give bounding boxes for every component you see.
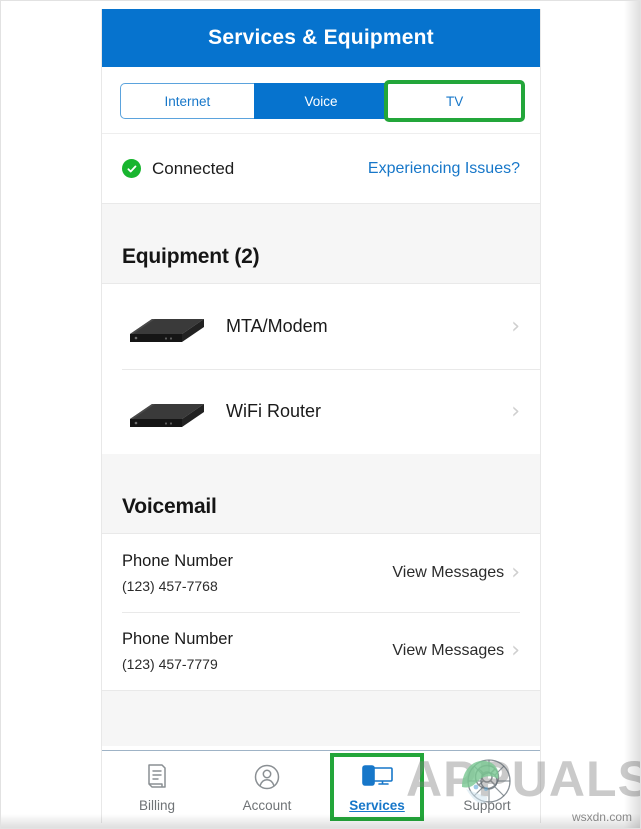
nav-label-account: Account — [242, 797, 292, 813]
router-device-icon — [122, 389, 210, 435]
equipment-label: WiFi Router — [226, 401, 322, 421]
service-tabs-container: Internet Voice TV — [102, 67, 540, 134]
view-messages-action[interactable]: View Messages › — [392, 562, 520, 584]
app-header: Services & Equipment — [102, 9, 540, 67]
nav-item-support[interactable]: Support — [432, 751, 540, 824]
tab-internet-label: Internet — [164, 93, 211, 109]
nav-label-services: Services — [349, 797, 405, 813]
tab-tv[interactable]: TV — [384, 80, 526, 122]
voicemail-details: Phone Number (123) 457-7779 — [122, 630, 233, 672]
devices-icon — [360, 762, 394, 792]
voicemail-number: (123) 457-7779 — [122, 656, 218, 672]
voicemail-row-1[interactable]: Phone Number (123) 457-7768 View Message… — [102, 534, 540, 612]
voicemail-section-header: Voicemail — [102, 454, 540, 534]
watermark-site-label: wsxdn.com — [571, 810, 632, 824]
equipment-label: MTA/Modem — [226, 316, 328, 336]
chevron-right-icon: › — [511, 638, 520, 663]
modem-device-icon — [122, 304, 210, 350]
equipment-section-header: Equipment (2) — [102, 204, 540, 284]
nav-item-services[interactable]: Services — [322, 751, 432, 824]
connection-status-group: Connected — [122, 159, 234, 179]
equipment-row-modem[interactable]: MTA/Modem › — [102, 284, 540, 369]
view-messages-label: View Messages — [392, 642, 505, 659]
check-circle-icon — [122, 159, 141, 178]
voicemail-details: Phone Number (123) 457-7768 — [122, 552, 233, 594]
page-title: Services & Equipment — [208, 26, 434, 49]
tab-tv-label: TV — [446, 93, 464, 109]
status-text: Connected — [152, 158, 235, 178]
page-edge-shadow-right — [624, 1, 640, 828]
tab-voice[interactable]: Voice — [253, 83, 388, 119]
chevron-right-icon: › — [511, 313, 520, 339]
mobile-app-panel: Services & Equipment Internet Voice TV C… — [101, 9, 541, 823]
tab-voice-label: Voice — [304, 93, 338, 109]
voicemail-label: Phone Number — [122, 552, 233, 570]
voicemail-row-2[interactable]: Phone Number (123) 457-7779 View Message… — [102, 612, 540, 690]
chevron-right-icon: › — [511, 560, 520, 585]
bottom-navigation-bar: Billing Account Services Support — [102, 750, 540, 824]
equipment-section-title: Equipment (2) — [122, 245, 260, 268]
content-filler — [102, 690, 540, 746]
view-messages-action[interactable]: View Messages › — [392, 640, 520, 662]
invoice-document-icon — [144, 762, 170, 792]
screenshot-root: Services & Equipment Internet Voice TV C… — [0, 0, 641, 829]
equipment-row-router[interactable]: WiFi Router › — [102, 369, 540, 454]
lifebuoy-icon — [473, 762, 501, 792]
nav-label-billing: Billing — [138, 797, 176, 813]
view-messages-label: View Messages — [392, 564, 505, 581]
voicemail-label: Phone Number — [122, 630, 233, 648]
tab-internet[interactable]: Internet — [120, 83, 254, 119]
voicemail-section-title: Voicemail — [122, 495, 217, 518]
connection-status-row: Connected Experiencing Issues? — [102, 134, 540, 204]
voicemail-number: (123) 457-7768 — [122, 578, 218, 594]
segmented-control: Internet Voice TV — [120, 80, 526, 122]
person-circle-icon — [253, 762, 281, 792]
nav-item-account[interactable]: Account — [212, 751, 322, 824]
experiencing-issues-link[interactable]: Experiencing Issues? — [368, 160, 520, 178]
nav-item-billing[interactable]: Billing — [102, 751, 212, 824]
chevron-right-icon: › — [511, 398, 520, 424]
nav-label-support: Support — [463, 797, 511, 813]
